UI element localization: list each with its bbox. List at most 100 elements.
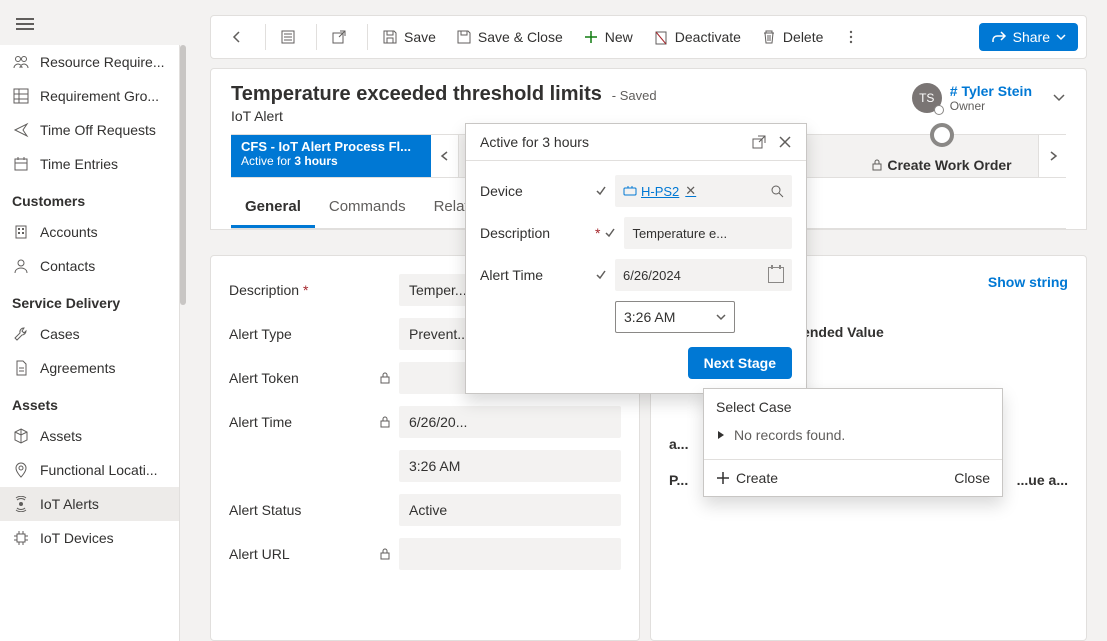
page-title: Temperature exceeded threshold limits	[231, 83, 602, 105]
sidebar-item[interactable]: Time Off Requests	[0, 113, 179, 147]
field-value[interactable]: Active	[399, 494, 621, 526]
entity-name: IoT Alert	[231, 108, 912, 124]
sidebar-item-label: Contacts	[40, 258, 95, 274]
sidebar-item-label: Agreements	[40, 360, 115, 376]
show-string-link[interactable]: Show string	[988, 274, 1068, 290]
lookup-dropdown: Select Case No records found. Create Clo…	[703, 388, 1003, 497]
check-icon	[595, 185, 607, 197]
popout-icon	[331, 29, 347, 45]
next-stage-button[interactable]: Next Stage	[688, 347, 792, 379]
delete-label: Delete	[783, 29, 823, 45]
sidebar-item[interactable]: Time Entries	[0, 147, 179, 181]
sidebar-item[interactable]: Requirement Gro...	[0, 79, 179, 113]
bpf-stage-flyout: Active for 3 hours DeviceH-PS2✕Descripti…	[465, 123, 807, 394]
expand-arrow-icon[interactable]	[716, 430, 726, 440]
save-close-icon	[456, 29, 472, 45]
more-icon	[843, 29, 859, 45]
sidebar-item[interactable]: Cases	[0, 317, 179, 351]
share-icon	[991, 29, 1007, 45]
right-text-trunc: ...ue a...	[1017, 472, 1068, 488]
sidebar-item-label: Accounts	[40, 224, 98, 240]
person-icon	[12, 257, 30, 275]
sidebar-item[interactable]: IoT Devices	[0, 521, 179, 555]
sidebar-item-label: Cases	[40, 326, 80, 342]
sidebar-item-label: IoT Alerts	[40, 496, 99, 512]
flyout-title: Active for 3 hours	[480, 134, 752, 150]
saved-indicator: - Saved	[612, 88, 657, 103]
new-button[interactable]: New	[573, 23, 643, 51]
sidebar-item[interactable]: Contacts	[0, 249, 179, 283]
lock-icon	[379, 416, 391, 428]
check-icon	[595, 269, 607, 281]
lookup-chip[interactable]: H-PS2✕	[641, 183, 696, 199]
dropdown-heading: Select Case	[704, 389, 1002, 419]
back-button[interactable]	[219, 23, 261, 51]
field-label: Alert Token	[229, 370, 299, 386]
save-button[interactable]: Save	[372, 23, 446, 51]
sidebar-item[interactable]: Accounts	[0, 215, 179, 249]
delete-button[interactable]: Delete	[751, 23, 833, 51]
sidebar-item[interactable]: IoT Alerts	[0, 487, 179, 521]
share-button[interactable]: Share	[979, 23, 1078, 51]
sidebar-item-label: Time Entries	[40, 156, 118, 172]
overflow-button[interactable]	[833, 23, 875, 51]
calendar-icon[interactable]	[768, 267, 784, 283]
bpf-prev-arrow[interactable]	[431, 135, 459, 177]
hamburger-menu[interactable]	[16, 15, 34, 33]
form-field: Alert URL	[229, 538, 621, 570]
sidebar-scrollbar[interactable]	[180, 45, 186, 641]
form-selector[interactable]	[270, 23, 312, 51]
sidebar-item[interactable]: Resource Require...	[0, 45, 179, 79]
sidebar-group-title: Service Delivery	[0, 283, 179, 317]
sidebar-item-label: Resource Require...	[40, 54, 165, 70]
flyout-field-label: Alert Time	[480, 267, 595, 283]
save-label: Save	[404, 29, 436, 45]
form-icon	[280, 29, 296, 45]
tab[interactable]: General	[231, 190, 315, 228]
remove-chip-icon[interactable]: ✕	[685, 183, 696, 199]
field-value[interactable]: 3:26 AM	[399, 450, 621, 482]
time-dropdown[interactable]: 3:26 AM	[615, 301, 735, 333]
trash-icon	[761, 29, 777, 45]
lookup-input[interactable]: H-PS2✕	[615, 175, 792, 207]
save-icon	[382, 29, 398, 45]
sidebar-item[interactable]: Assets	[0, 419, 179, 453]
dock-icon[interactable]	[752, 135, 766, 149]
chevron-down-icon[interactable]	[1052, 91, 1066, 105]
share-label: Share	[1013, 29, 1050, 45]
date-input[interactable]: 6/26/2024	[615, 259, 792, 291]
close-icon[interactable]	[778, 135, 792, 149]
sidebar-group-title: Assets	[0, 385, 179, 419]
bpf-next-arrow[interactable]	[1038, 135, 1066, 177]
owner-field[interactable]: TS Tyler Stein Owner	[912, 83, 1066, 113]
search-icon[interactable]	[770, 184, 784, 198]
iot-icon	[12, 495, 30, 513]
field-label: Description	[229, 282, 299, 298]
field-value[interactable]: 6/26/20...	[399, 406, 621, 438]
field-label: Alert Status	[229, 502, 301, 518]
owner-name: Tyler Stein	[950, 83, 1032, 99]
chevron-down-icon	[716, 312, 726, 322]
lock-icon	[379, 372, 391, 384]
sidebar-item[interactable]: Functional Locati...	[0, 453, 179, 487]
sidebar-item-label: IoT Devices	[40, 530, 114, 546]
owner-label: Owner	[950, 99, 1032, 113]
right-text-p: P...	[669, 472, 688, 488]
deactivate-button[interactable]: Deactivate	[643, 23, 751, 51]
create-record-button[interactable]: Create	[716, 470, 778, 486]
deactivate-label: Deactivate	[675, 29, 741, 45]
sidebar-item[interactable]: Agreements	[0, 351, 179, 385]
close-dropdown-button[interactable]: Close	[954, 470, 990, 486]
text-input[interactable]: Temperature e...	[624, 217, 792, 249]
save-close-button[interactable]: Save & Close	[446, 23, 573, 51]
tab[interactable]: Commands	[315, 190, 420, 228]
popout-button[interactable]	[321, 23, 363, 51]
calendar-icon	[12, 155, 30, 173]
lock-icon	[871, 159, 883, 171]
plane-icon	[12, 121, 30, 139]
bpf-name[interactable]: CFS - IoT Alert Process Fl... Active for…	[231, 135, 431, 177]
sidebar-item-label: Assets	[40, 428, 82, 444]
field-value[interactable]	[399, 538, 621, 570]
bpf-stage[interactable]: Create Work Order	[845, 135, 1038, 177]
new-label: New	[605, 29, 633, 45]
